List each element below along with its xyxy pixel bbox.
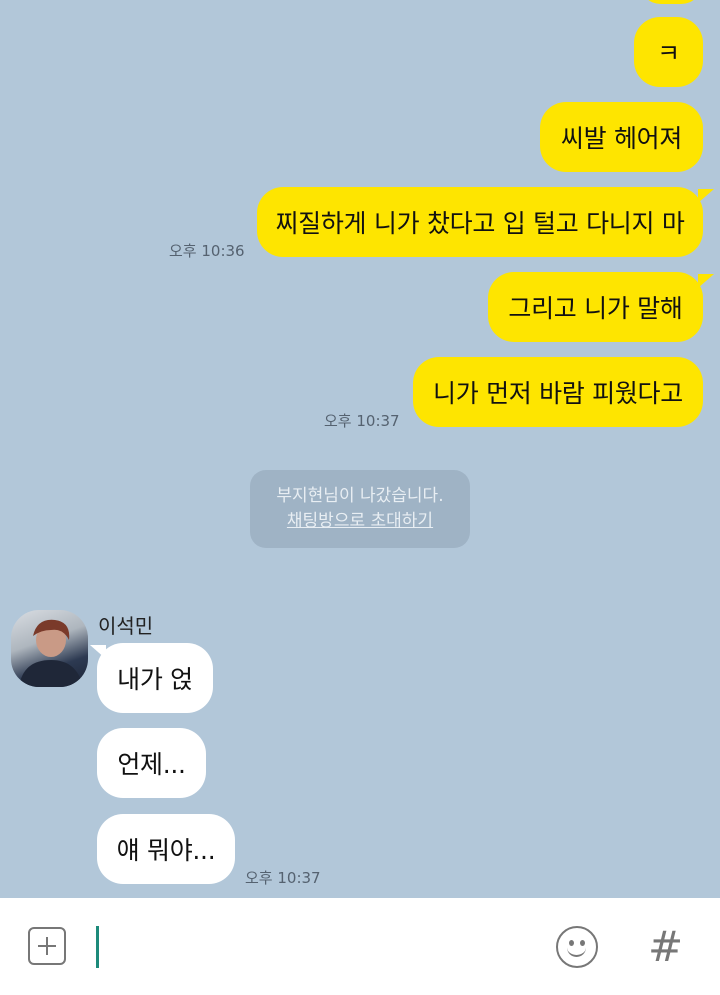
- message-text: 니가 먼저 바람 피웠다고: [433, 379, 683, 408]
- message-bubble-out[interactable]: ㅋ: [634, 17, 703, 87]
- timestamp: 오후 10:37: [324, 412, 400, 430]
- timestamp: 오후 10:36: [169, 242, 245, 260]
- system-notice: 부지현님이 나갔습니다. 채팅방으로 초대하기: [250, 470, 470, 548]
- message-bubble-in[interactable]: 언제...: [97, 728, 206, 798]
- message-text: 씨발 헤어져: [560, 124, 683, 153]
- message-bubble-in[interactable]: 내가 얹: [97, 643, 213, 713]
- bubble-tail: [698, 274, 714, 288]
- message-bubble-out[interactable]: 찌질하게 니가 찼다고 입 털고 다니지 마: [257, 187, 703, 257]
- timestamp: 오후 10:37: [245, 869, 321, 887]
- message-bubble-in[interactable]: 얘 뭐야...: [97, 814, 235, 884]
- message-bubble-partial[interactable]: [639, 0, 703, 4]
- message-text: 찌질하게 니가 찼다고 입 털고 다니지 마: [275, 209, 685, 238]
- message-text: ㅋ: [657, 39, 680, 68]
- avatar[interactable]: [11, 610, 88, 687]
- message-text: 내가 얹: [117, 665, 193, 694]
- chat-area[interactable]: ㅋ 씨발 헤어져 찌질하게 니가 찼다고 입 털고 다니지 마 오후 10:36…: [0, 0, 720, 898]
- text-caret: [96, 926, 99, 968]
- message-text: 그리고 니가 말해: [508, 294, 683, 323]
- message-bubble-out[interactable]: 니가 먼저 바람 피웠다고: [413, 357, 703, 427]
- bubble-tail: [90, 645, 106, 659]
- smiley-mouth: [567, 945, 586, 957]
- invite-link[interactable]: 채팅방으로 초대하기: [250, 508, 470, 534]
- bubble-tail: [698, 189, 714, 203]
- message-text: 언제...: [117, 750, 186, 779]
- message-bubble-out[interactable]: 그리고 니가 말해: [488, 272, 703, 342]
- message-text: 얘 뭐야...: [116, 836, 216, 865]
- hashtag-icon[interactable]: #: [648, 922, 683, 971]
- message-input[interactable]: [96, 918, 520, 976]
- avatar-photo: [19, 619, 83, 687]
- plus-square-icon[interactable]: [28, 927, 66, 965]
- message-bubble-out[interactable]: 씨발 헤어져: [540, 102, 703, 172]
- notice-text: 부지현님이 나갔습니다.: [276, 486, 444, 506]
- sender-name: 이석민: [98, 614, 154, 638]
- smiley-icon[interactable]: [556, 926, 598, 968]
